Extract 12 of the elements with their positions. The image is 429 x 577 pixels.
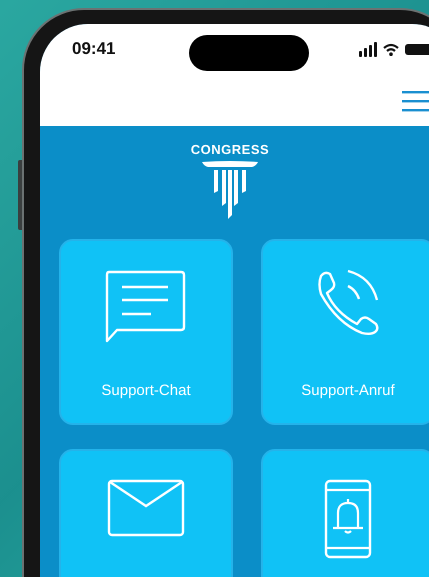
- menu-icon[interactable]: [402, 90, 429, 112]
- column-logo-icon: [200, 161, 260, 219]
- signal-icon: [359, 42, 378, 56]
- phone-tile[interactable]: Support-Anruf: [261, 239, 429, 425]
- envelope-icon: [107, 479, 185, 537]
- status-time: 09:41: [72, 39, 116, 59]
- brand-name: CONGRESS: [190, 142, 270, 157]
- phone-bell-icon: [324, 479, 372, 559]
- chat-tile[interactable]: Support-Chat: [59, 239, 233, 425]
- wifi-icon: [383, 42, 400, 56]
- chat-icon: [105, 269, 187, 345]
- battery-icon: [405, 44, 429, 54]
